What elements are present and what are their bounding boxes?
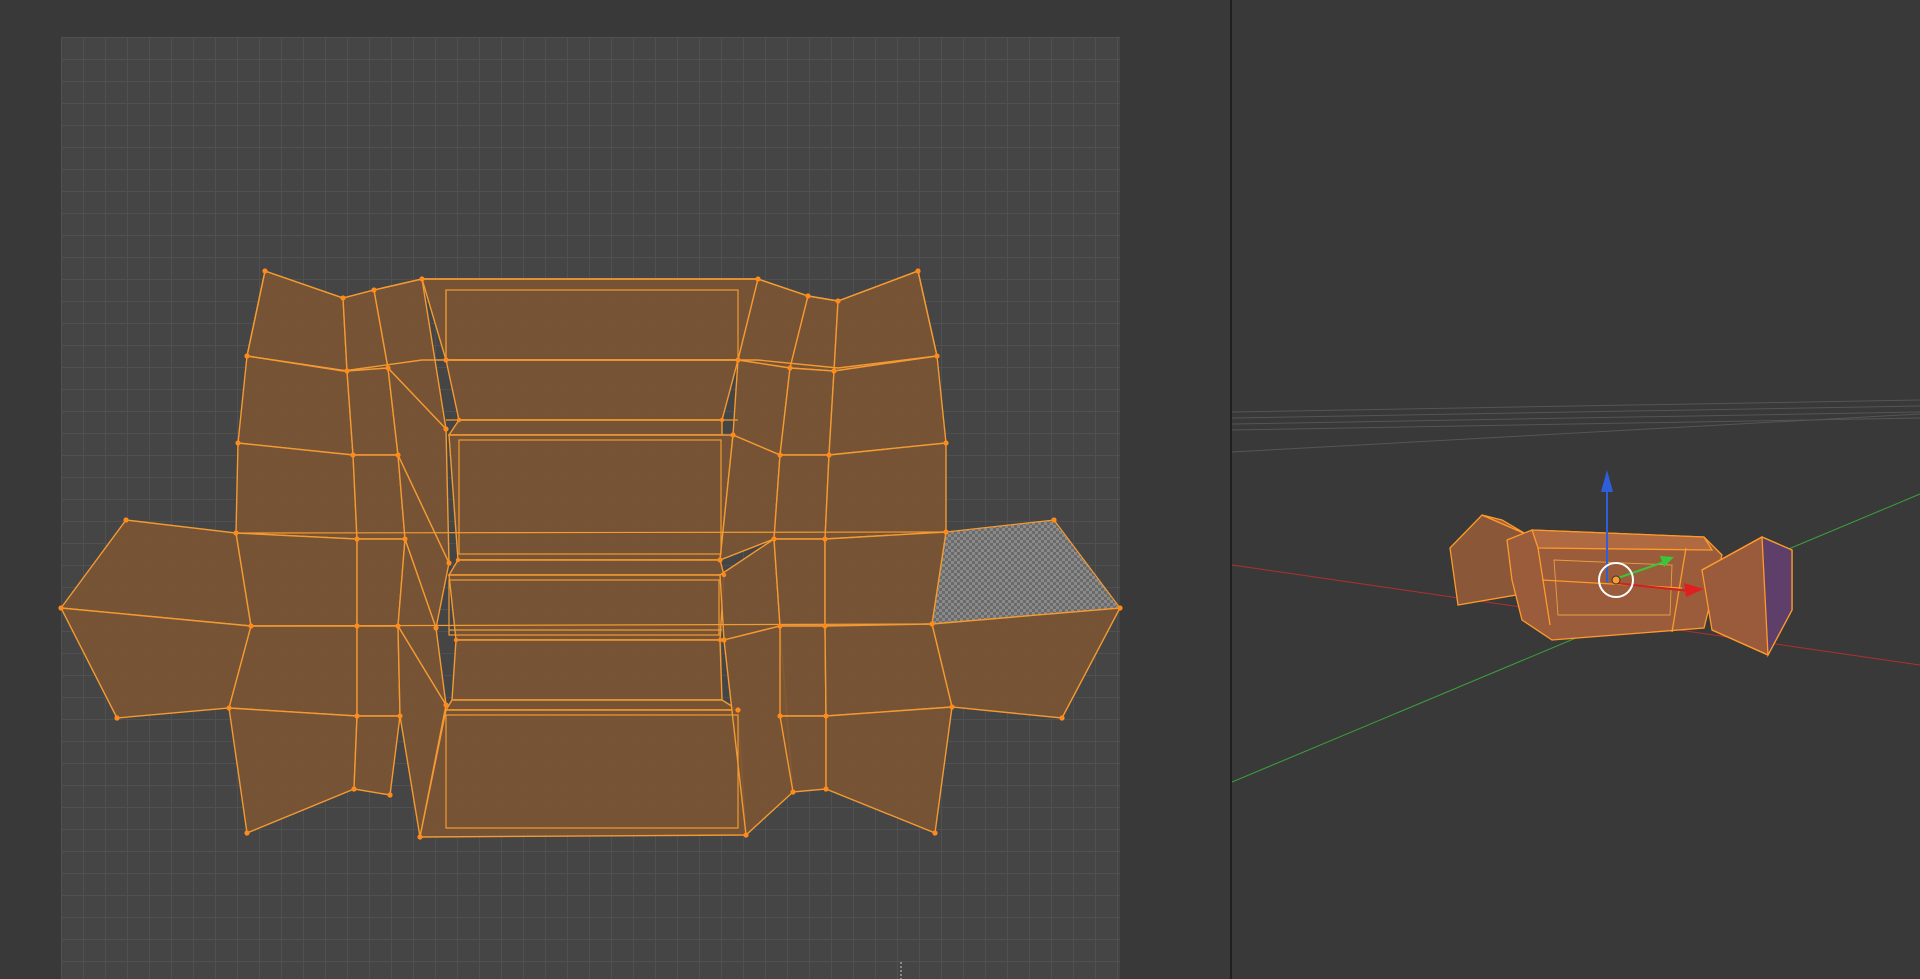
- viewport-floor-grid: [1232, 399, 1920, 453]
- uv-selected-face[interactable]: [931, 519, 1122, 625]
- uv-layout-canvas[interactable]: [0, 0, 1230, 979]
- origin-dot-icon: [1611, 575, 1621, 585]
- 3d-viewport[interactable]: [1232, 0, 1920, 979]
- uv-editor-area[interactable]: [0, 0, 1230, 979]
- candy-mesh[interactable]: [1449, 514, 1793, 658]
- viewport-canvas[interactable]: [1232, 0, 1920, 979]
- translate-z-arrow-icon[interactable]: [1601, 470, 1613, 492]
